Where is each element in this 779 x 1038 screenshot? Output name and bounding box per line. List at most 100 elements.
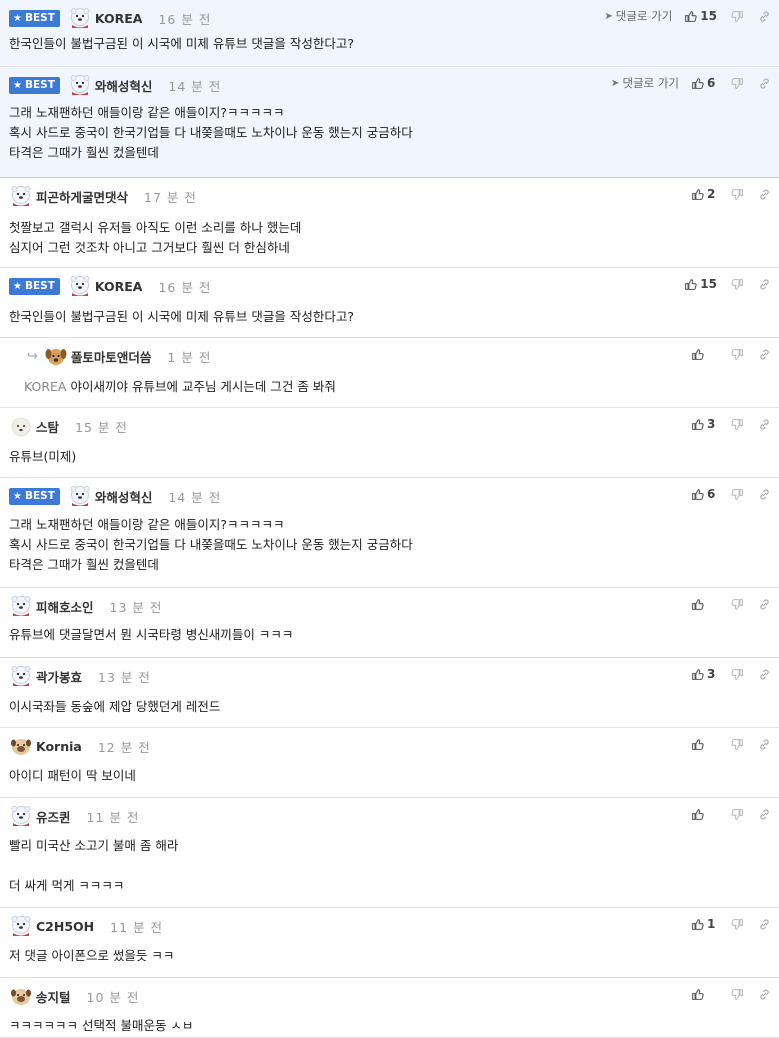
thumbs-down-icon [731,808,744,821]
copy-link-button[interactable] [758,278,771,291]
link-icon [758,488,771,501]
thumbs-up-icon [691,418,704,431]
copy-link-button[interactable] [758,668,771,681]
dislike-button[interactable] [731,738,744,751]
comment-body: 한국인들이 불법구금된 이 시국에 미제 유튜브 댓글을 작성한다고? [9,307,769,327]
copy-link-button[interactable] [758,738,771,751]
like-button[interactable] [691,598,717,611]
dislike-button[interactable] [731,188,744,201]
like-button[interactable] [691,348,717,361]
comment-time: 14 분 전 [168,489,222,505]
like-button[interactable]: 3 [691,417,717,431]
like-button[interactable]: 2 [691,187,717,201]
author-nickname[interactable]: 풀토마토앤더씀 [71,347,152,366]
dislike-button[interactable] [731,808,744,821]
thumbs-down-icon [731,738,744,751]
bear-avatar[interactable] [68,274,92,298]
author-nickname[interactable]: 피해호소인 [36,597,94,616]
author-nickname[interactable]: KOREA [95,279,143,294]
star-icon: ★ [13,12,22,24]
dislike-button[interactable] [731,918,744,931]
copy-link-button[interactable] [758,808,771,821]
comment-text: 그래 노재팬하던 애들이랑 같은 애들이지?ㅋㅋㅋㅋㅋ [9,517,285,532]
best-badge: ★ BEST [9,76,60,94]
bear-avatar[interactable] [68,73,92,97]
send-arrow-icon: ➤ [604,10,613,22]
comment-body: 유튜브에 댓글달면서 뭔 시국타령 병신새끼들이 ㅋㅋㅋ [9,625,769,645]
goto-comment-link[interactable]: ➤ 댓글로 가기 [604,8,672,24]
dislike-button[interactable] [731,488,744,501]
dislike-button[interactable] [731,278,744,291]
bear-avatar[interactable] [9,664,33,688]
author-nickname[interactable]: 송지털 [36,987,71,1006]
like-button[interactable]: 15 [684,9,717,23]
author-nickname[interactable]: 스탐 [36,417,59,436]
dislike-button[interactable] [731,10,744,23]
comment-line: 더 싸게 먹게 ㅋㅋㅋㅋ [9,876,769,896]
dislike-button[interactable] [731,418,744,431]
comment-body: ㅋㅋㅋㅋㅋㅋ 선택적 불매운동 ㅅㅂ [9,1016,769,1036]
dislike-button[interactable] [731,988,744,1001]
thumbs-down-icon [731,418,744,431]
comment-text: 혹시 사드로 중국이 한국기업들 다 내쫒을때도 노차이나 운동 했는지 궁금하… [9,125,413,140]
thumbs-up-icon [691,808,704,821]
bear-avatar[interactable] [68,6,92,30]
like-button[interactable]: 15 [684,277,717,291]
bear-avatar[interactable] [68,484,92,508]
comment-body: 빨리 미국산 소고기 불매 좀 해라 더 싸게 먹게 ㅋㅋㅋㅋ [9,836,769,896]
copy-link-button[interactable] [758,418,771,431]
comment-text: 야이새끼야 유튜브에 교주님 게시는데 그건 좀 봐줘 [70,379,336,394]
copy-link-button[interactable] [758,10,771,23]
comment-actions: 2 [691,184,771,204]
dislike-button[interactable] [731,598,744,611]
like-button[interactable]: 6 [691,76,717,90]
comment-line: 빨리 미국산 소고기 불매 좀 해라 [9,836,769,856]
author-nickname[interactable]: 유즈퀸 [36,807,71,826]
copy-link-button[interactable] [758,188,771,201]
copy-link-button[interactable] [758,488,771,501]
dislike-button[interactable] [731,668,744,681]
author-nickname[interactable]: 와해성혁신 [95,76,153,95]
author-nickname[interactable]: 피곤하게굴면댓삭 [36,187,128,206]
author-nickname[interactable]: 곽가봉효 [36,667,82,686]
bear-avatar[interactable] [9,804,33,828]
comment-actions: ➤ 댓글로 가기 6 [611,73,771,93]
comment-header: ★ BEST KOREA 16 분 전 [9,274,211,298]
author-nickname[interactable]: 와해성혁신 [95,487,153,506]
dislike-button[interactable] [731,77,744,90]
like-button[interactable]: 6 [691,487,717,501]
like-button[interactable] [691,988,717,1001]
like-button[interactable] [691,808,717,821]
goto-comment-link[interactable]: ➤ 댓글로 가기 [611,75,679,91]
reply-target-nick[interactable]: KOREA [24,379,67,394]
copy-link-button[interactable] [758,918,771,931]
bear-avatar[interactable] [9,184,33,208]
dislike-button[interactable] [731,348,744,361]
comment-text: 유튜브(미제) [9,449,77,464]
comment-line [9,856,769,876]
like-count: 6 [707,487,716,501]
pug-avatar[interactable] [9,734,33,758]
copy-link-button[interactable] [758,348,771,361]
author-nickname[interactable]: KOREA [95,11,143,26]
comment-time: 12 분 전 [97,739,151,755]
copy-link-button[interactable] [758,988,771,1001]
star-icon: ★ [13,280,22,292]
best-label: BEST [24,12,55,24]
copy-link-button[interactable] [758,598,771,611]
dog-avatar[interactable] [44,344,68,368]
like-button[interactable]: 1 [691,917,717,931]
like-button[interactable] [691,738,717,751]
thumbs-down-icon [731,348,744,361]
bear-avatar[interactable] [9,594,33,618]
copy-link-button[interactable] [758,77,771,90]
white-dog-avatar[interactable] [9,414,33,438]
pug-avatar[interactable] [9,984,33,1008]
comment-line: 혹시 사드로 중국이 한국기업들 다 내쫒을때도 노차이나 운동 했는지 궁금하… [9,123,769,143]
like-button[interactable]: 3 [691,667,717,681]
link-icon [758,77,771,90]
author-nickname[interactable]: Kornia [36,739,82,754]
author-nickname[interactable]: C2H5OH [36,919,94,934]
bear-avatar[interactable] [9,914,33,938]
comment-body: 첫짤보고 갤럭시 유저들 아직도 이런 소리를 하나 했는데 심지어 그런 것조차… [9,218,769,258]
